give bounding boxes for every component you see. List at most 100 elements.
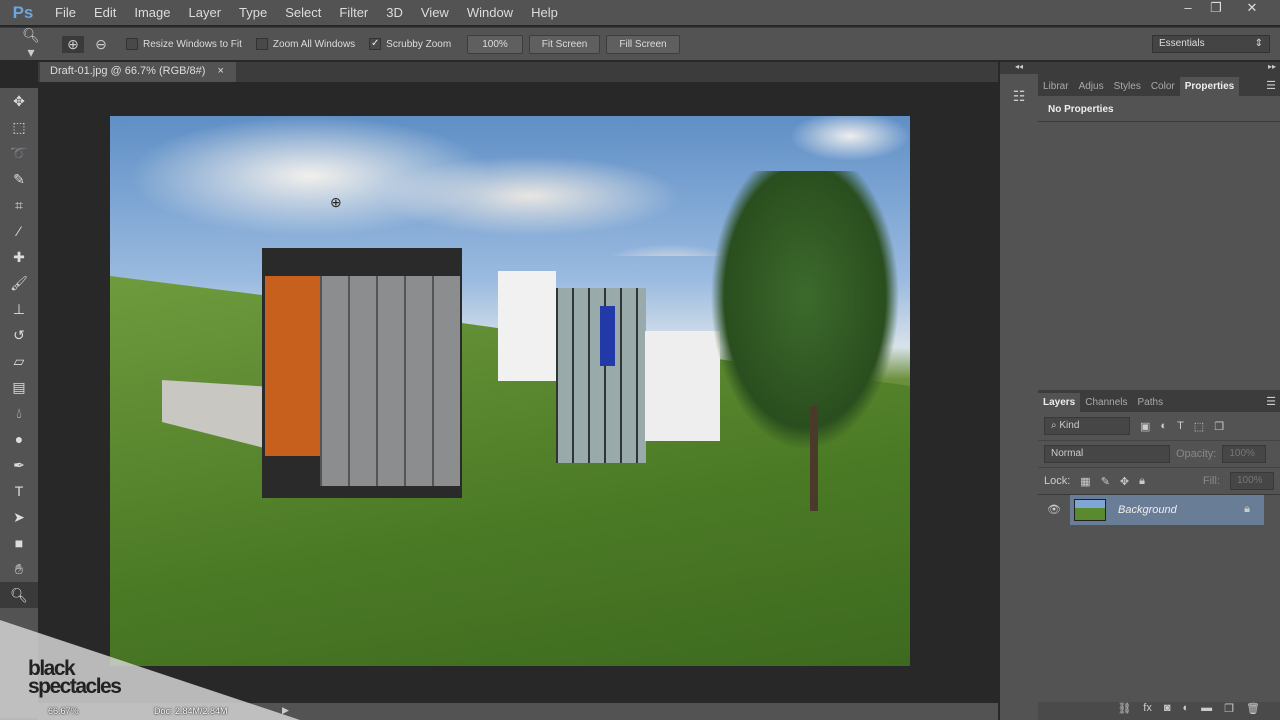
fill-label: Fill: [1202, 475, 1220, 487]
zoom-out-icon[interactable]: ⊖ [90, 36, 112, 53]
lock-all-icon[interactable]: 🔒︎ [1139, 475, 1145, 488]
blend-mode-dropdown[interactable]: Normal [1044, 445, 1170, 463]
tree-trunk [810, 406, 818, 511]
menu-image[interactable]: Image [125, 5, 179, 20]
gradient-tool-icon[interactable]: ▤ [0, 374, 38, 400]
100-percent-button[interactable]: 100% [467, 34, 523, 54]
menu-type[interactable]: Type [230, 5, 276, 20]
marquee-tool-icon[interactable]: ⬚ [0, 114, 38, 140]
tab-adjustments[interactable]: Adjus [1074, 77, 1109, 96]
layer-lock-icon[interactable]: 🔒︎ [1244, 503, 1250, 516]
new-layer-icon[interactable]: ❐ [1224, 702, 1234, 720]
options-bar: 🔍︎▾ ⊕ ⊖ Resize Windows to Fit Zoom All W… [0, 27, 1280, 60]
menu-filter[interactable]: Filter [330, 5, 377, 20]
glass-facade [320, 276, 460, 486]
filter-pixel-icon[interactable]: ▣ [1140, 420, 1150, 433]
menu-file[interactable]: File [46, 5, 85, 20]
adjustment-layer-icon[interactable]: ◐ [1183, 702, 1190, 720]
crop-tool-icon[interactable]: ⌗ [0, 192, 38, 218]
close-button[interactable]: ✕ [1238, 0, 1266, 20]
fx-icon[interactable]: fx [1143, 702, 1152, 720]
tree [710, 171, 900, 451]
dodge-tool-icon[interactable]: ● [0, 426, 38, 452]
filter-type-icon[interactable]: T [1177, 420, 1184, 432]
lock-image-icon[interactable]: ✎ [1101, 475, 1110, 488]
tab-paths[interactable]: Paths [1133, 393, 1169, 412]
hand-tool-icon[interactable]: ✋︎ [0, 556, 38, 582]
panel-menu-icon[interactable]: ☰ [1262, 75, 1280, 96]
link-layers-icon[interactable]: ⛓ [1117, 702, 1131, 720]
eraser-tool-icon[interactable]: ▱ [0, 348, 38, 374]
zoom-tool-preset-icon[interactable]: 🔍︎▾ [20, 27, 42, 61]
menu-select[interactable]: Select [276, 5, 330, 20]
blur-tool-icon[interactable]: 💧︎ [0, 400, 38, 426]
zoom-level[interactable]: 66.67% [48, 706, 79, 716]
fill-screen-button[interactable]: Fill Screen [606, 34, 680, 54]
pen-tool-icon[interactable]: ✒ [0, 452, 38, 478]
workspace-value: Essentials [1159, 38, 1205, 49]
restore-button[interactable]: ❐ [1202, 0, 1230, 20]
history-panel-icon[interactable]: ☷ [1000, 88, 1038, 105]
menu-layer[interactable]: Layer [180, 5, 231, 20]
filter-smart-icon[interactable]: ❐ [1214, 420, 1224, 433]
path-select-icon[interactable]: ➤ [0, 504, 38, 530]
workspace-dropdown[interactable]: Essentials ⇕ [1152, 35, 1270, 53]
quick-select-tool-icon[interactable]: ✎ [0, 166, 38, 192]
resize-windows-checkbox[interactable]: Resize Windows to Fit [126, 38, 242, 50]
tab-channels[interactable]: Channels [1080, 393, 1132, 412]
document-image[interactable]: ⊕ [110, 116, 910, 666]
brush-tool-icon[interactable]: 🖌︎ [0, 270, 38, 296]
layer-thumbnail [1074, 498, 1106, 521]
lock-transparent-icon[interactable]: ▦ [1080, 475, 1090, 488]
mask-icon[interactable]: ◙ [1164, 702, 1171, 720]
layer-name: Background [1118, 503, 1177, 516]
layer-row[interactable]: 👁︎ Background 🔒︎ [1038, 494, 1280, 525]
resize-windows-label: Resize Windows to Fit [143, 38, 242, 50]
tab-libraries[interactable]: Librar [1038, 77, 1074, 96]
fill-field[interactable]: 100% [1230, 472, 1274, 490]
close-tab-icon[interactable]: × [217, 65, 223, 77]
eye-icon[interactable]: 👁︎ [1038, 503, 1070, 516]
zoom-in-icon[interactable]: ⊕ [62, 35, 84, 53]
minimize-button[interactable]: – [1174, 0, 1202, 20]
filter-adjustment-icon[interactable]: ◐ [1160, 420, 1167, 432]
collapse-icon[interactable]: ◂◂ [1000, 62, 1038, 74]
type-tool-icon[interactable]: T [0, 478, 38, 504]
opacity-field[interactable]: 100% [1222, 445, 1267, 463]
layer-filter-dropdown[interactable]: ⌕ Kind [1044, 417, 1130, 435]
expand-icon[interactable]: ▸▸ [1038, 62, 1280, 74]
document-tab[interactable]: Draft-01.jpg @ 66.7% (RGB/8#) × [40, 62, 236, 82]
fit-screen-button[interactable]: Fit Screen [528, 34, 601, 54]
lock-position-icon[interactable]: ✥ [1120, 475, 1129, 488]
clone-stamp-icon[interactable]: ⊥ [0, 296, 38, 322]
scrubby-zoom-checkbox[interactable]: ✓ Scrubby Zoom [369, 38, 451, 50]
orange-panel [265, 276, 320, 456]
right-panels: ▸▸ Librar Adjus Styles Color Properties … [1038, 62, 1280, 720]
history-brush-icon[interactable]: ↺ [0, 322, 38, 348]
filter-shape-icon[interactable]: ⬚ [1194, 420, 1204, 433]
healing-brush-icon[interactable]: ✚ [0, 244, 38, 270]
lasso-tool-icon[interactable]: ➰ [0, 140, 38, 166]
doc-size: Doc: 2.84M/2.84M [154, 706, 228, 716]
move-tool-icon[interactable]: ✥ [0, 88, 38, 114]
zoom-tool-icon[interactable]: 🔍︎ [0, 582, 38, 608]
menu-view[interactable]: View [412, 5, 458, 20]
delete-layer-icon[interactable]: 🗑︎ [1246, 702, 1260, 720]
zoom-all-checkbox[interactable]: Zoom All Windows [255, 38, 355, 50]
tab-layers[interactable]: Layers [1038, 393, 1081, 412]
menu-edit[interactable]: Edit [85, 5, 125, 20]
tab-color[interactable]: Color [1146, 77, 1180, 96]
new-group-icon[interactable]: ▬ [1201, 702, 1212, 720]
tab-properties[interactable]: Properties [1179, 77, 1240, 96]
eyedropper-tool-icon[interactable]: ⁄ [0, 218, 38, 244]
menu-help[interactable]: Help [522, 5, 567, 20]
tab-styles[interactable]: Styles [1109, 77, 1146, 96]
blue-panel [600, 306, 615, 366]
menu-bar: Ps File Edit Image Layer Type Select Fil… [0, 0, 1280, 25]
rectangle-tool-icon[interactable]: ■ [0, 530, 38, 556]
collapsed-panels: ◂◂ ☷ [1000, 62, 1038, 720]
layers-menu-icon[interactable]: ☰ [1262, 391, 1280, 412]
menu-window[interactable]: Window [458, 5, 522, 20]
menu-3d[interactable]: 3D [377, 5, 412, 20]
opacity-label: Opacity: [1176, 448, 1217, 460]
